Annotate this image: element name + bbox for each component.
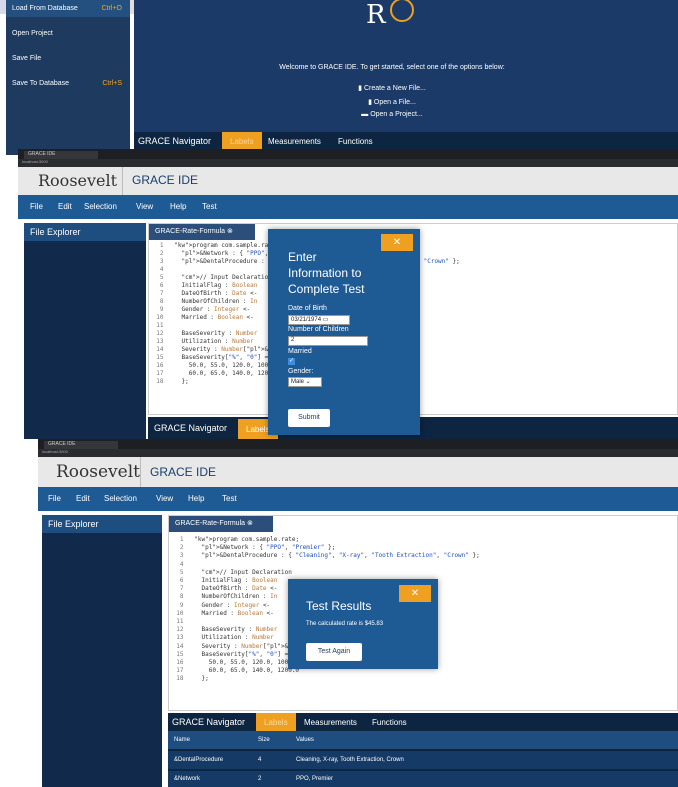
close-icon[interactable]: ✕ bbox=[399, 585, 431, 602]
table-row[interactable]: &Network 2 PPO, Premier bbox=[168, 771, 678, 787]
file-menu-dropdown: Load From Database Ctrl+O Open Project Sa… bbox=[6, 0, 130, 155]
table-header: Name Size Values bbox=[168, 731, 678, 749]
tab-functions[interactable]: Functions bbox=[338, 137, 373, 146]
menu-bar: File Edit Selection View Help Test bbox=[38, 487, 678, 511]
menu-help[interactable]: Help bbox=[188, 494, 204, 503]
grace-navigator-bar: GRACE Navigator Labels Measurements Func… bbox=[134, 132, 678, 150]
navigator-title: GRACE Navigator bbox=[154, 423, 228, 433]
browser-tab[interactable]: GRACE IDE bbox=[24, 151, 98, 159]
menu-file[interactable]: File bbox=[30, 202, 43, 211]
tab-labels[interactable]: Labels bbox=[222, 132, 262, 150]
menu-item-save-database[interactable]: Save To Database Ctrl+S bbox=[6, 75, 130, 92]
menu-test[interactable]: Test bbox=[222, 494, 237, 503]
file-explorer-title: File Explorer bbox=[42, 515, 162, 533]
menu-view[interactable]: View bbox=[156, 494, 173, 503]
brand-logo: Roosevelt bbox=[38, 171, 118, 190]
dob-field[interactable]: 03/21/1974 ▭ bbox=[288, 315, 350, 325]
editor-tab[interactable]: GRACE-Rate-Formula ⊗ bbox=[169, 516, 273, 532]
screenshot-enter-info: GRACE IDE localhost:3000 Roosevelt GRACE… bbox=[18, 149, 678, 439]
logo-circle-icon bbox=[390, 0, 414, 22]
modal-title: Enter Information to Complete Test bbox=[288, 250, 365, 296]
gender-label: Gender: bbox=[288, 368, 314, 375]
code-line: 18 }; bbox=[169, 675, 209, 683]
test-again-button[interactable]: Test Again bbox=[306, 643, 362, 661]
code-line: 2 "pl">&Network : { "PPO", "Premier" }; bbox=[169, 544, 336, 552]
grace-navigator-panel: GRACE Navigator Labels Measurements Func… bbox=[168, 713, 678, 787]
table-row[interactable]: &DentalProcedure 4 Cleaning, X-ray, Toot… bbox=[168, 751, 678, 769]
children-field[interactable]: 2 bbox=[288, 336, 368, 346]
menu-item-save-file[interactable]: Save File bbox=[6, 50, 130, 67]
menu-selection[interactable]: Selection bbox=[104, 494, 137, 503]
screenshot-test-results: GRACE IDE localhost:3000 Roosevelt GRACE… bbox=[38, 439, 678, 787]
browser-url[interactable]: localhost:3000 bbox=[38, 449, 678, 457]
tab-labels[interactable]: Labels bbox=[256, 713, 296, 731]
browser-url[interactable]: localhost:3000 bbox=[18, 159, 678, 167]
app-title: GRACE IDE bbox=[132, 173, 199, 187]
menu-bar: File Edit Selection View Help Test bbox=[18, 195, 678, 219]
result-text: The calculated rate is $45.83 bbox=[306, 621, 384, 627]
submit-button[interactable]: Submit bbox=[288, 409, 330, 427]
menu-view[interactable]: View bbox=[136, 202, 153, 211]
browser-chrome: GRACE IDE localhost:3000 bbox=[18, 149, 678, 167]
menu-edit[interactable]: Edit bbox=[76, 494, 90, 503]
create-new-file-link[interactable]: ▮ Create a New File... bbox=[134, 84, 650, 92]
married-checkbox[interactable]: ✓ bbox=[288, 358, 295, 365]
tab-measurements[interactable]: Measurements bbox=[268, 137, 321, 146]
brand-logo: Roosevelt bbox=[56, 462, 140, 482]
enter-info-modal: ✕ Enter Information to Complete Test Dat… bbox=[268, 229, 420, 435]
children-label: Number of Children bbox=[288, 326, 349, 333]
code-line: 5 "cm">// Input Declaration bbox=[169, 568, 292, 576]
tab-functions[interactable]: Functions bbox=[372, 718, 407, 727]
editor-tab[interactable]: GRACE-Rate-Formula ⊗ bbox=[149, 224, 255, 240]
code-line: 4 bbox=[169, 560, 184, 568]
menu-selection[interactable]: Selection bbox=[84, 202, 117, 211]
navigator-title: GRACE Navigator bbox=[172, 717, 246, 727]
browser-chrome: GRACE IDE localhost:3000 bbox=[38, 439, 678, 457]
browser-tab[interactable]: GRACE IDE bbox=[44, 441, 118, 449]
open-file-link[interactable]: ▮ Open a File... bbox=[134, 98, 650, 106]
grace-logo: R bbox=[362, 0, 422, 36]
tab-measurements[interactable]: Measurements bbox=[304, 718, 357, 727]
welcome-text: Welcome to GRACE IDE. To get started, se… bbox=[279, 64, 505, 71]
test-results-modal: ✕ Test Results The calculated rate is $4… bbox=[288, 579, 438, 669]
file-explorer-title: File Explorer bbox=[24, 223, 146, 241]
menu-edit[interactable]: Edit bbox=[58, 202, 72, 211]
close-icon[interactable]: ✕ bbox=[381, 234, 413, 251]
gender-select[interactable]: Male ⌄ bbox=[288, 377, 322, 387]
navigator-title: GRACE Navigator bbox=[138, 136, 212, 146]
menu-item-open-project[interactable]: Open Project bbox=[6, 25, 130, 42]
menu-help[interactable]: Help bbox=[170, 202, 186, 211]
modal-title: Test Results bbox=[306, 599, 372, 613]
menu-file[interactable]: File bbox=[48, 494, 61, 503]
file-explorer-panel: File Explorer bbox=[24, 223, 146, 439]
open-project-link[interactable]: ▬ Open a Project... bbox=[134, 111, 650, 118]
dob-label: Date of Birth bbox=[288, 305, 327, 312]
app-header: Roosevelt GRACE IDE bbox=[38, 457, 678, 487]
menu-test[interactable]: Test bbox=[202, 202, 217, 211]
married-label: Married bbox=[288, 348, 312, 355]
app-header: Roosevelt GRACE IDE bbox=[18, 167, 678, 195]
menu-item-load-database[interactable]: Load From Database Ctrl+O bbox=[6, 0, 130, 17]
code-line: 3 "pl">&DentalProcedure : { "Cleaning", … bbox=[169, 552, 480, 560]
code-line: 1 "kw">program com.sample.rate; bbox=[169, 536, 300, 543]
app-title: GRACE IDE bbox=[150, 465, 217, 479]
file-explorer-panel: File Explorer bbox=[42, 515, 162, 787]
